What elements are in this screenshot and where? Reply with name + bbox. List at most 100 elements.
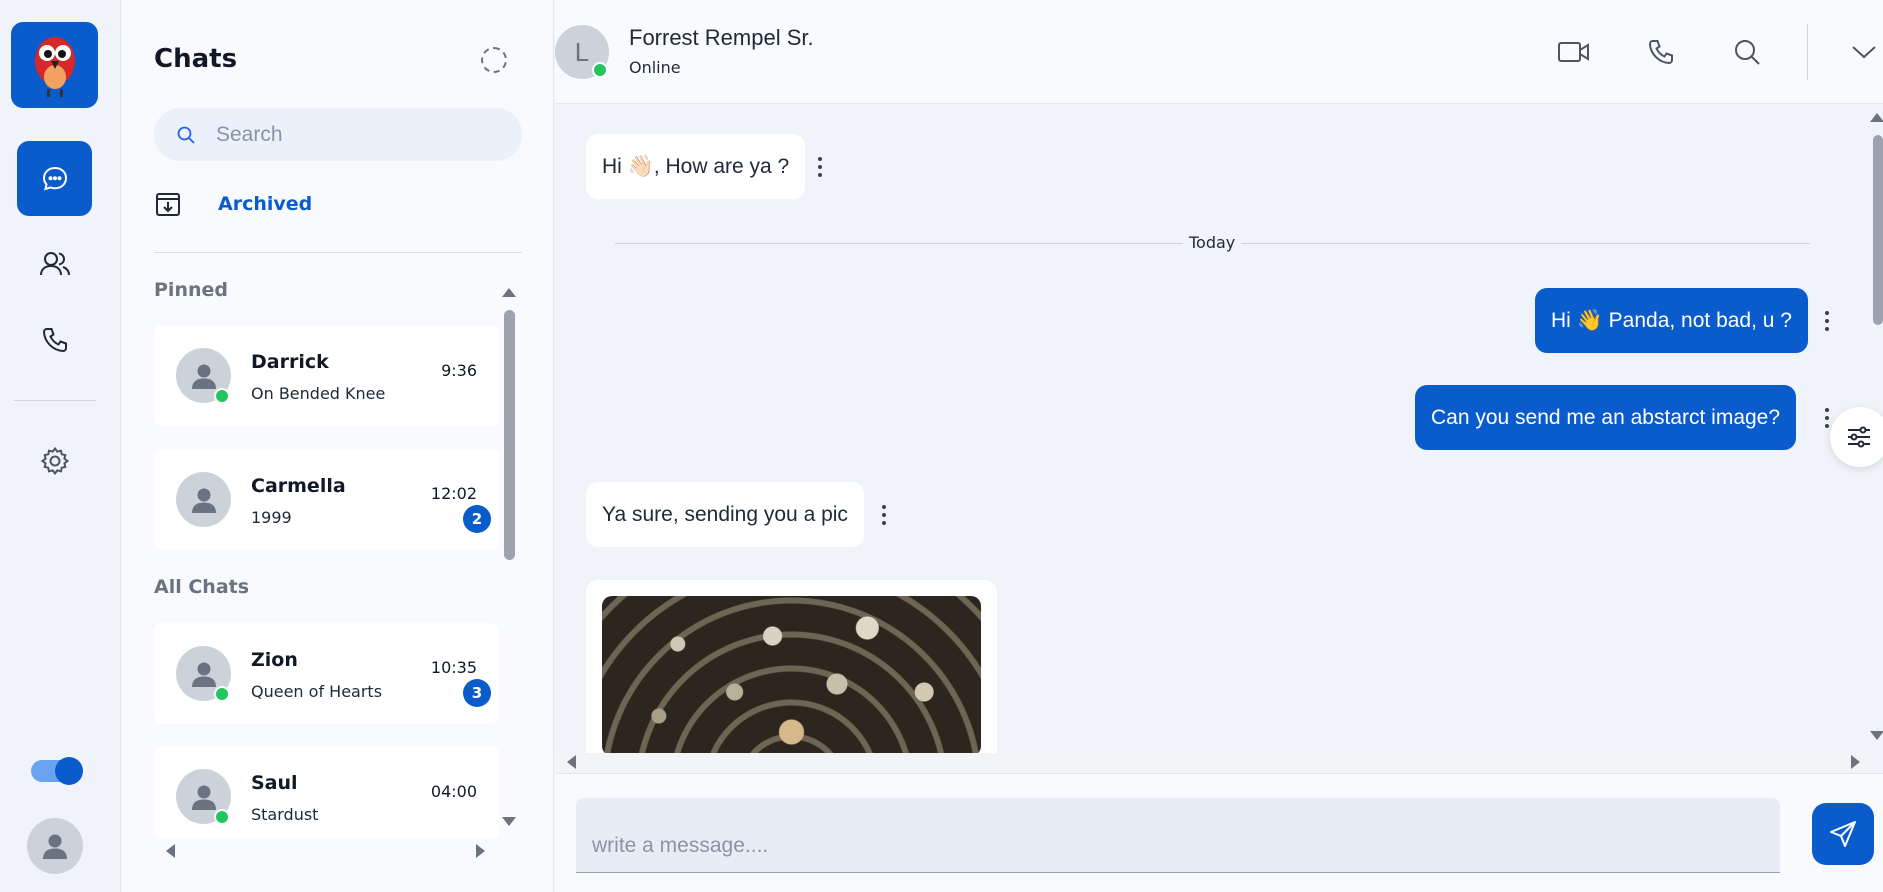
scroll-left-arrow-icon[interactable] (166, 844, 175, 858)
message-menu-icon[interactable] (881, 505, 887, 525)
chat-time: 12:02 (430, 484, 477, 503)
message-bubble-outgoing: Hi 👋 Panda, not bad, u ? (1535, 288, 1808, 353)
chat-name: Carmella (251, 475, 346, 497)
chat-item-zion[interactable]: Zion Queen of Hearts 10:35 3 (154, 623, 499, 724)
nav-rail (0, 0, 121, 892)
chat-name: Saul (251, 772, 298, 794)
message-menu-icon[interactable] (817, 157, 823, 177)
scroll-thumb[interactable] (504, 310, 515, 560)
message-input[interactable] (592, 834, 1752, 858)
search-bar (154, 108, 522, 161)
scroll-up-arrow-icon[interactable] (502, 288, 516, 297)
chat-item-carmella[interactable]: Carmella 1999 12:02 2 (154, 449, 499, 550)
archive-icon (156, 193, 180, 216)
unread-badge: 3 (463, 679, 491, 707)
chat-time: 10:35 (430, 658, 477, 677)
message-horizontal-scrollbar[interactable] (555, 753, 1871, 771)
phone-icon (42, 327, 67, 352)
online-indicator (214, 686, 230, 702)
chat-last-message: Queen of Hearts (251, 682, 383, 701)
list-divider (154, 252, 522, 253)
header-divider (1807, 24, 1808, 80)
online-indicator (592, 62, 608, 78)
nav-chats-button[interactable] (17, 141, 92, 216)
abstract-image[interactable] (602, 596, 981, 753)
chat-name: Zion (251, 649, 298, 671)
contact-name: Forrest Rempel Sr. (629, 25, 814, 50)
user-silhouette-icon (191, 662, 216, 687)
conversation-panel: L Forrest Rempel Sr. Online Hi 👋🏻, How a… (555, 0, 1883, 892)
chat-last-message: Stardust (251, 805, 319, 824)
users-icon (39, 251, 70, 275)
all-chats-label: All Chats (154, 576, 250, 598)
voice-call-button[interactable] (1642, 33, 1680, 71)
scroll-thumb[interactable] (1873, 135, 1883, 325)
chat-list-panel: Chats Archived Pinned Darrick On Bended … (122, 0, 554, 892)
chats-title: Chats (154, 44, 238, 74)
chat-time: 04:00 (430, 782, 477, 801)
chat-name: Darrick (251, 351, 329, 373)
day-divider-label: Today (1183, 233, 1242, 252)
user-silhouette-icon (191, 488, 216, 513)
message-bubble-outgoing: Can you send me an abstarct image? (1415, 385, 1797, 450)
nav-calls-button[interactable] (17, 302, 92, 377)
chat-list-scrollbar[interactable] (502, 284, 516, 830)
profile-avatar[interactable] (27, 818, 83, 874)
contact-avatar[interactable]: L (555, 25, 609, 79)
user-silhouette-icon (191, 785, 216, 810)
chevron-down-icon (1852, 46, 1876, 59)
theme-toggle[interactable] (31, 757, 83, 785)
message-menu-icon[interactable] (1824, 408, 1830, 428)
filter-settings-button[interactable] (1830, 407, 1883, 467)
message-bubble-incoming: Hi 👋🏻, How are ya ? (586, 134, 806, 199)
scroll-left-arrow-icon[interactable] (567, 755, 576, 769)
unread-badge: 2 (463, 505, 491, 533)
avatar (176, 472, 231, 527)
image-message[interactable] (586, 580, 997, 753)
message-composer (555, 773, 1883, 892)
message-bubble-incoming: Ya sure, sending you a pic (586, 482, 864, 547)
archived-label: Archived (218, 193, 313, 215)
chat-last-message: 1999 (251, 508, 292, 527)
scroll-down-arrow-icon[interactable] (1870, 731, 1883, 740)
more-options-button[interactable] (1845, 33, 1883, 71)
scroll-right-arrow-icon[interactable] (1851, 755, 1860, 769)
send-button[interactable] (1812, 803, 1874, 865)
online-indicator (214, 388, 230, 404)
nav-contacts-button[interactable] (17, 226, 92, 301)
toggle-knob (55, 757, 83, 785)
chat-item-darrick[interactable]: Darrick On Bended Knee 9:36 (154, 325, 499, 426)
search-icon (177, 126, 195, 144)
app-logo[interactable] (11, 22, 98, 108)
search-input[interactable] (216, 122, 516, 147)
chat-time: 9:36 (441, 361, 477, 380)
message-area: Hi 👋🏻, How are ya ? Today Hi 👋 Panda, no… (555, 105, 1871, 753)
archived-link[interactable]: Archived (154, 190, 312, 218)
scroll-down-arrow-icon[interactable] (502, 817, 516, 826)
conversation-header: L Forrest Rempel Sr. Online (555, 0, 1883, 104)
chat-item-saul[interactable]: Saul Stardust 04:00 (154, 746, 499, 839)
scroll-up-arrow-icon[interactable] (1870, 113, 1883, 122)
scroll-right-arrow-icon[interactable] (476, 844, 485, 858)
chat-bubble-icon (42, 166, 67, 190)
send-icon (1830, 821, 1856, 847)
user-silhouette-icon (191, 364, 216, 389)
search-icon (1735, 40, 1760, 65)
parrot-logo-icon (34, 37, 75, 97)
phone-icon (1648, 40, 1673, 65)
user-silhouette-icon (43, 834, 67, 859)
online-indicator (214, 809, 230, 825)
contact-status: Online (629, 58, 681, 77)
video-call-button[interactable] (1555, 33, 1593, 71)
contact-initial: L (574, 36, 590, 67)
video-camera-icon (1558, 42, 1589, 62)
chat-last-message: On Bended Knee (251, 384, 386, 403)
message-menu-icon[interactable] (1824, 311, 1830, 331)
pinned-label: Pinned (154, 279, 228, 301)
gear-icon (40, 446, 69, 475)
nav-settings-button[interactable] (17, 423, 92, 498)
message-input-field[interactable] (576, 798, 1780, 873)
search-conversation-button[interactable] (1728, 33, 1766, 71)
status-circle-icon[interactable] (481, 47, 507, 73)
sliders-icon (1848, 426, 1870, 448)
